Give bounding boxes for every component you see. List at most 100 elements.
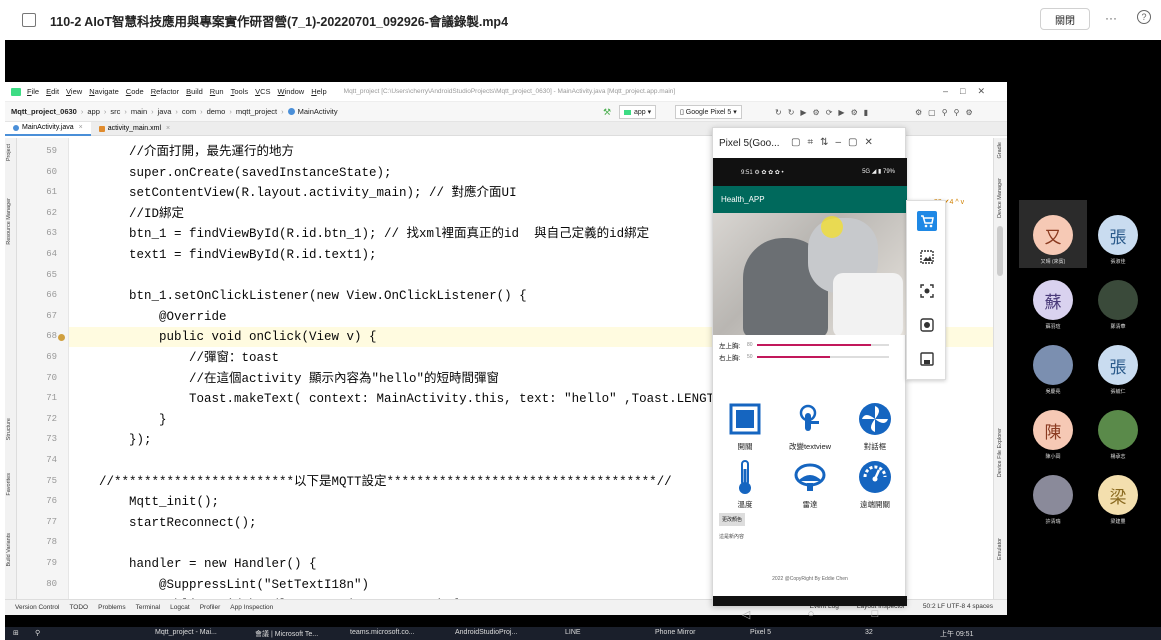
participant-avatar[interactable]: 又 (1033, 215, 1073, 255)
emulator-window-controls[interactable]: ▢⌗⇅–▢✕ (791, 137, 880, 148)
camera-icon[interactable] (917, 281, 937, 301)
participant-avatar[interactable]: 蘇 (1033, 280, 1073, 320)
code-line[interactable]: btn_1.setOnClickListener(new View.OnClic… (69, 286, 527, 306)
participant-avatar[interactable] (1098, 280, 1138, 320)
menu-code[interactable]: Code (126, 87, 144, 96)
toolbar-run-icons[interactable]: ↻↻▶⚙⟳▶⚙▮ (775, 105, 874, 119)
toolbar-right-icons[interactable]: ⚙▢⚲⚲⚙ (915, 105, 979, 119)
breadcrumb-app[interactable]: app (87, 107, 100, 116)
structure-tab[interactable]: Structure (6, 418, 12, 440)
radar-button[interactable]: 雷達 (778, 459, 842, 510)
window-controls[interactable]: –□✕ (943, 86, 997, 97)
participant-avatar[interactable] (1033, 345, 1073, 385)
remote-switch-button[interactable]: 遠端開關 (843, 459, 907, 510)
tab-activity-main-xml[interactable]: activity_main.xml × (91, 122, 178, 136)
dialog-button[interactable]: 對話框 (843, 401, 907, 452)
override-marker-icon[interactable] (58, 334, 65, 342)
favorites-tab[interactable]: Favorites (6, 473, 12, 496)
device-manager-tab[interactable]: Device Manager (997, 178, 1003, 218)
task-phone-mirror[interactable]: Phone Mirror (655, 629, 695, 636)
terminal-tab[interactable]: Terminal (136, 604, 161, 611)
code-line[interactable]: //在這個activity 顯示內容為"hello"的短時間彈窗 (69, 369, 499, 389)
code-line[interactable]: @SuppressLint("SetTextI18n") (69, 575, 369, 595)
change-color-button[interactable]: 更改顏色 (719, 513, 746, 526)
close-tab-icon[interactable]: × (79, 124, 83, 131)
logcat-tab[interactable]: Logcat (170, 604, 190, 611)
menu-window[interactable]: Window (278, 87, 305, 96)
search-icon[interactable]: ⚲ (35, 629, 40, 637)
build-variants-tab[interactable]: Build Variants (6, 533, 12, 567)
breadcrumb-demo[interactable]: demo (207, 107, 226, 116)
home-icon[interactable]: ○ (808, 608, 815, 621)
participant-avatar[interactable] (1033, 475, 1073, 515)
close-tab-icon[interactable]: × (166, 125, 170, 132)
breadcrumb-com[interactable]: com (182, 107, 196, 116)
build-hammer-icon[interactable]: ⚒ (603, 105, 611, 119)
back-icon[interactable]: ◁ (742, 608, 750, 621)
task-teams-meeting[interactable]: 會議 | Microsoft Te... (255, 629, 318, 639)
code-line[interactable]: @Override (69, 307, 227, 327)
breadcrumb-class[interactable]: MainActivity (287, 107, 338, 116)
record-icon[interactable] (917, 315, 937, 335)
breadcrumb-project[interactable]: Mqtt_project_0630 (11, 107, 77, 116)
menu-build[interactable]: Build (186, 87, 203, 96)
menu-refactor[interactable]: Refactor (151, 87, 179, 96)
code-line[interactable]: //ID綁定 (69, 204, 184, 224)
code-line[interactable]: startReconnect(); (69, 513, 257, 533)
task-pixel5[interactable]: Pixel 5 (750, 629, 771, 636)
phone-screen[interactable]: 9:51 ⚙ ✿ ✿ ✿ • 5G ◢ ▮ 79% Health_APP 左上胸… (713, 158, 907, 621)
change-textview-button[interactable]: 改變textview (778, 401, 842, 452)
more-options-icon[interactable]: ··· (1105, 11, 1117, 25)
code-line[interactable]: //************************以下是MQTT設定*****… (69, 472, 672, 492)
menu-navigate[interactable]: Navigate (89, 87, 119, 96)
todo-tab[interactable]: TODO (69, 604, 88, 611)
menu-file[interactable]: File (27, 87, 39, 96)
code-line[interactable]: //介面打開，最先運行的地方 (69, 142, 294, 162)
breadcrumb-main[interactable]: main (131, 107, 147, 116)
breadcrumb-java[interactable]: java (158, 107, 172, 116)
menu-tools[interactable]: Tools (231, 87, 249, 96)
menu-run[interactable]: Run (210, 87, 224, 96)
gradle-tab[interactable]: Gradle (997, 142, 1003, 159)
screenshot-icon[interactable] (917, 247, 937, 267)
menu-edit[interactable]: Edit (46, 87, 59, 96)
code-line[interactable]: handler = new Handler() { (69, 554, 317, 574)
profiler-tab[interactable]: Profiler (200, 604, 221, 611)
save-icon[interactable] (917, 349, 937, 369)
device-file-explorer-tab[interactable]: Device File Explorer (997, 428, 1003, 477)
task-android-studio[interactable]: Mqtt_project - Mai... (155, 629, 217, 636)
breadcrumb-src[interactable]: src (110, 107, 120, 116)
tab-mainactivity[interactable]: MainActivity.java × (5, 121, 91, 136)
editor-scrollbar[interactable] (997, 226, 1003, 276)
participant-avatar[interactable]: 梁 (1098, 475, 1138, 515)
start-icon[interactable]: ⊞ (13, 629, 19, 637)
menu-help[interactable]: Help (311, 87, 326, 96)
breadcrumb-package[interactable]: mqtt_project (236, 107, 277, 116)
participant-avatar[interactable]: 張 (1098, 215, 1138, 255)
left-chest-slider[interactable] (757, 344, 889, 346)
resource-manager-tab[interactable]: Resource Manager (6, 198, 12, 245)
run-config-select[interactable]: app ▾ (619, 105, 657, 119)
help-icon[interactable]: ? (1137, 10, 1151, 24)
temperature-button[interactable]: 溫度 (713, 459, 777, 510)
participant-avatar[interactable] (1098, 410, 1138, 450)
code-line[interactable]: }); (69, 430, 152, 450)
task-android-projects[interactable]: AndroidStudioProj... (455, 629, 517, 636)
project-panel-tab[interactable]: Project (6, 144, 12, 161)
menu-view[interactable]: View (66, 87, 82, 96)
emulator-tab[interactable]: Emulator (997, 538, 1003, 560)
code-line[interactable]: setContentView(R.layout.activity_main); … (69, 183, 517, 203)
participant-avatar[interactable]: 張 (1098, 345, 1138, 385)
right-chest-slider[interactable] (757, 356, 889, 358)
task-teams-web[interactable]: teams.microsoft.co... (350, 629, 415, 636)
code-line[interactable]: Toast.makeText( context: MainActivity.th… (69, 389, 759, 409)
code-line[interactable]: super.onCreate(savedInstanceState); (69, 163, 392, 183)
menu-vcs[interactable]: VCS (255, 87, 270, 96)
app-inspection-tab[interactable]: App Inspection (230, 604, 273, 611)
recents-icon[interactable]: □ (872, 608, 879, 621)
code-line[interactable]: Mqtt_init(); (69, 492, 219, 512)
switch-button[interactable]: 開關 (713, 401, 777, 452)
cart-icon[interactable] (917, 211, 937, 231)
code-line[interactable]: btn_1 = findViewById(R.id.btn_1); // 找xm… (69, 224, 649, 244)
task-line[interactable]: LINE (565, 629, 581, 636)
